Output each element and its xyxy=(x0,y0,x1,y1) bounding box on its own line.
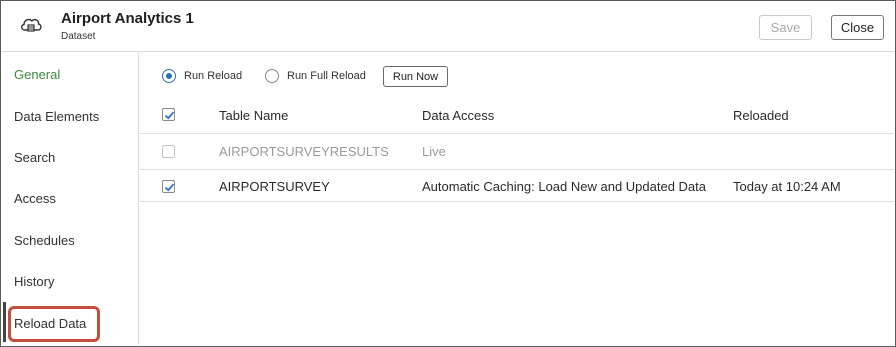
run-reload-label[interactable]: Run Reload xyxy=(184,70,242,82)
save-button[interactable]: Save xyxy=(759,15,812,40)
sidebar-item-search[interactable]: Search xyxy=(14,150,55,165)
dataset-dialog: Airport Analytics 1 Dataset Save Close G… xyxy=(0,0,896,347)
row-checkbox[interactable] xyxy=(162,180,175,193)
sidebar-item-history[interactable]: History xyxy=(14,274,54,289)
row-data-access: Live xyxy=(422,144,446,159)
sidebar-item-access[interactable]: Access xyxy=(14,191,56,206)
run-reload-radio[interactable] xyxy=(162,69,176,83)
sidebar-item-data-elements[interactable]: Data Elements xyxy=(14,109,99,124)
column-header-table-name[interactable]: Table Name xyxy=(219,108,288,123)
run-full-reload-label[interactable]: Run Full Reload xyxy=(287,70,366,82)
row-table-name: AIRPORTSURVEYRESULTS xyxy=(219,144,389,159)
row-data-access: Automatic Caching: Load New and Updated … xyxy=(422,179,707,194)
sidebar-item-general[interactable]: General xyxy=(14,67,60,82)
table-row: AIRPORTSURVEYRESULTS Live xyxy=(140,134,894,170)
column-header-data-access[interactable]: Data Access xyxy=(422,108,494,123)
checkmark-icon xyxy=(164,111,175,120)
column-header-reloaded[interactable]: Reloaded xyxy=(733,108,789,123)
row-checkbox xyxy=(162,145,175,158)
close-button[interactable]: Close xyxy=(831,15,884,40)
select-all-checkbox[interactable] xyxy=(162,108,175,121)
checkmark-icon xyxy=(164,183,175,192)
table-header-row: Table Name Data Access Reloaded xyxy=(140,97,894,134)
sidebar-item-schedules[interactable]: Schedules xyxy=(14,233,75,248)
cloud-dataset-icon xyxy=(20,18,42,32)
dialog-header: Airport Analytics 1 Dataset Save Close xyxy=(2,2,894,52)
dialog-title: Airport Analytics 1 xyxy=(61,10,194,27)
row-table-name: AIRPORTSURVEY xyxy=(219,179,330,194)
table-row: AIRPORTSURVEY Automatic Caching: Load Ne… xyxy=(140,170,894,202)
sidebar: General Data Elements Search Access Sche… xyxy=(2,53,139,345)
sidebar-item-reload-data[interactable]: Reload Data xyxy=(14,316,86,331)
run-now-button[interactable]: Run Now xyxy=(383,66,448,87)
row-reloaded: Today at 10:24 AM xyxy=(733,179,841,194)
reload-data-panel: Run Reload Run Full Reload Run Now Table… xyxy=(140,53,894,345)
sidebar-selection-indicator xyxy=(3,302,6,342)
dialog-subtitle: Dataset xyxy=(61,31,96,42)
run-full-reload-radio[interactable] xyxy=(265,69,279,83)
